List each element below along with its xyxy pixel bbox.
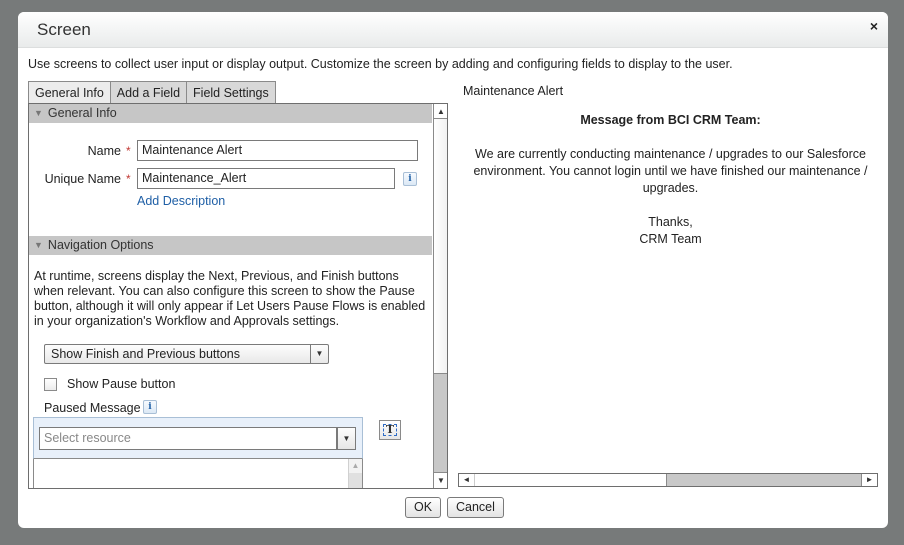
add-description-link[interactable]: Add Description [137,194,225,208]
dialog-header: Screen × [18,12,888,48]
cancel-button[interactable]: Cancel [447,497,504,518]
show-pause-label: Show Pause button [67,377,176,391]
required-asterisk-icon: * [126,144,131,158]
info-icon[interactable]: i [143,400,157,414]
paused-message-textarea[interactable]: ▲ [33,459,363,488]
preview-horizontal-scrollbar[interactable]: ◄ ► [458,473,878,487]
preview-title: Maintenance Alert [463,84,564,98]
name-input[interactable]: Maintenance Alert [137,140,418,161]
panel-vertical-scrollbar[interactable]: ▲ ▼ [433,104,447,488]
required-asterisk-icon: * [126,172,131,186]
preview-message: Message from BCI CRM Team: We are curren… [463,112,878,248]
tab-bar: General Info Add a Field Field Settings [28,81,276,103]
dialog-title: Screen [37,20,91,39]
scroll-down-icon[interactable]: ▼ [434,473,447,488]
ok-button[interactable]: OK [405,497,442,518]
collapse-triangle-icon: ▼ [34,240,43,250]
name-label: Name [87,144,121,158]
scroll-left-icon[interactable]: ◄ [459,474,475,486]
select-resource-input[interactable]: Select resource [39,427,337,450]
navigation-description: At runtime, screens display the Next, Pr… [34,269,426,328]
dialog-intro-text: Use screens to collect user input or dis… [28,57,733,71]
scrollbar-thumb[interactable] [434,373,447,473]
preview-body-text: We are currently conducting maintenance … [473,147,868,195]
scrollbar-thumb[interactable] [349,473,362,488]
scrollbar-thumb[interactable] [666,474,862,486]
screen-dialog: Screen × Use screens to collect user inp… [18,12,888,528]
textarea-scrollbar[interactable]: ▲ [348,459,362,488]
general-info-panel: ▼ General Info Name * Maintenance Alert U… [28,103,448,489]
paused-message-label: Paused Message [44,401,141,415]
show-pause-checkbox[interactable] [44,378,57,391]
collapse-triangle-icon: ▼ [34,108,43,118]
chevron-down-icon[interactable]: ▼ [337,427,356,450]
preview-signoff: Thanks, [648,215,693,229]
scroll-up-icon[interactable]: ▲ [434,104,447,119]
text-format-icon: T [383,424,397,436]
general-info-section-header[interactable]: ▼ General Info [29,104,432,123]
section-label: Navigation Options [47,238,154,252]
preview-heading: Message from BCI CRM Team: [580,113,761,127]
select-value: Show Finish and Previous buttons [51,347,240,361]
chevron-down-icon: ▼ [310,345,328,363]
info-icon[interactable]: i [403,172,417,186]
navigation-options-section-header[interactable]: ▼ Navigation Options [29,236,432,255]
navigation-buttons-select[interactable]: Show Finish and Previous buttons ▼ [44,344,329,364]
scroll-right-icon[interactable]: ► [861,474,877,486]
text-editor-button[interactable]: T [379,420,401,440]
tab-general-info[interactable]: General Info [28,81,111,103]
close-icon[interactable]: × [870,19,878,33]
resource-picker: Select resource ▼ [33,417,363,459]
tab-field-settings[interactable]: Field Settings [186,81,276,103]
preview-signoff-team: CRM Team [639,232,702,246]
unique-name-input[interactable]: Maintenance_Alert [137,168,395,189]
scroll-up-icon: ▲ [351,461,360,470]
section-label: General Info [47,106,117,120]
unique-name-label: Unique Name [44,172,121,186]
tab-add-a-field[interactable]: Add a Field [109,81,188,103]
